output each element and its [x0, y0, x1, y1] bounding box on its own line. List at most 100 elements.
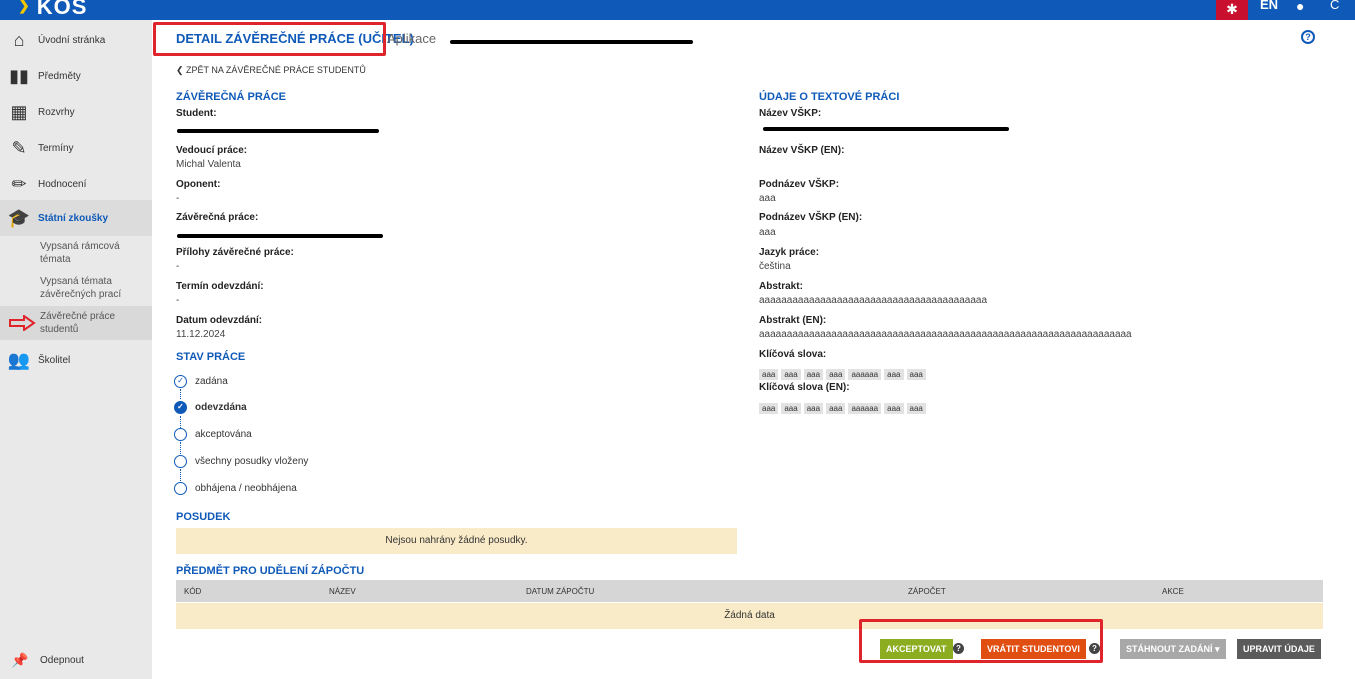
check-circle-filled-icon: ✓ — [174, 401, 187, 414]
opponent-label: Oponent: — [176, 179, 221, 190]
column-header-name[interactable]: NÁZEV — [329, 587, 356, 596]
column-header-credit[interactable]: ZÁPOČET — [908, 587, 946, 596]
sidebar-item-supervisor[interactable]: 👥 Školitel — [0, 342, 152, 378]
keyword-tag: aaa — [906, 403, 926, 414]
unpin-button[interactable]: 📌 Odepnout — [0, 642, 152, 678]
keyword-tag: aaa — [826, 369, 846, 380]
abstract-en-label: Abstrakt (EN): — [759, 315, 827, 326]
more-icon[interactable]: C — [1330, 0, 1339, 12]
sidebar-item-label: Termíny — [38, 142, 74, 154]
graduation-cap-icon: 🎓 — [7, 207, 31, 228]
keywords-list: aaa aaa aaa aaa aaaaaa aaa aaa — [759, 364, 929, 382]
sidebar-subitem-framework-topics[interactable]: Vypsaná rámcová témata — [40, 240, 150, 266]
thesis-label: Závěrečná práce: — [176, 212, 259, 223]
pin-icon: 📌 — [11, 651, 29, 668]
redacted-app-name — [450, 40, 693, 44]
table-empty-message: Žádná data — [176, 603, 1323, 629]
table-header: KÓD NÁZEV DATUM ZÁPOČTU ZÁPOČET AKCE — [176, 580, 1323, 602]
sidebar-item-state-exams[interactable]: 🎓 Státní zkoušky — [0, 200, 152, 236]
sidebar-item-courses[interactable]: ▮▮ Předměty — [0, 58, 152, 94]
column-header-date[interactable]: DATUM ZÁPOČTU — [526, 587, 594, 596]
keywords-en-list: aaa aaa aaa aaa aaaaaa aaa aaa — [759, 398, 929, 416]
keyword-tag: aaa — [759, 403, 779, 414]
sidebar-item-label: Hodnocení — [38, 178, 87, 190]
return-to-student-button[interactable]: VRÁTIT STUDENTOVI — [981, 639, 1086, 659]
thesis-heading: ZÁVĚREČNÁ PRÁCE — [176, 91, 287, 103]
keyword-tag: aaa — [884, 403, 904, 414]
help-icon[interactable]: ? — [1301, 30, 1315, 44]
red-arrow-annotation-icon — [9, 315, 36, 331]
sidebar-subitem-student-theses[interactable]: Závěrečné práce studentů — [40, 310, 150, 336]
book-icon: ▮▮ — [9, 65, 29, 86]
sidebar-item-label: Školitel — [38, 354, 71, 366]
status-step-label: zadána — [195, 376, 228, 387]
edit-details-button[interactable]: UPRAVIT ÚDAJE — [1237, 639, 1321, 659]
back-link-label: ZPĚT NA ZÁVĚREČNÉ PRÁCE STUDENTŮ — [186, 65, 366, 75]
redacted-student — [177, 129, 379, 133]
top-bar: ❯ KOS ✱ EN ● C — [0, 0, 1355, 20]
subtitle-value: aaa — [759, 193, 776, 204]
kos-logo[interactable]: ❯ KOS — [18, 0, 87, 20]
status-step: ✓ zadána — [174, 375, 228, 388]
cvut-logo-icon[interactable]: ✱ — [1216, 0, 1248, 20]
caret-down-icon: ▾ — [1215, 644, 1220, 654]
calendar-icon: ▦ — [10, 101, 28, 122]
column-header-code[interactable]: KÓD — [184, 587, 201, 596]
logo-text: KOS — [36, 0, 88, 19]
question-icon[interactable]: ? — [953, 643, 964, 654]
status-step: všechny posudky vloženy — [174, 455, 308, 468]
text-info-heading: ÚDAJE O TEXTOVÉ PRÁCI — [759, 91, 900, 103]
home-icon: ⌂ — [13, 29, 25, 50]
status-connector — [180, 416, 181, 428]
user-icon[interactable]: ● — [1296, 0, 1304, 14]
sidebar-item-label: Předměty — [38, 70, 81, 82]
submitted-label: Datum odevzdání: — [176, 315, 263, 326]
back-link[interactable]: ❮ ZPĚT NA ZÁVĚREČNÉ PRÁCE STUDENTŮ — [176, 65, 366, 76]
supervisor-label: Vedoucí práce: — [176, 145, 248, 156]
download-assignment-label: STÁHNOUT ZADÁNÍ — [1126, 644, 1213, 654]
status-step-current: ✓ odevzdána — [174, 401, 247, 414]
sidebar-item-schedules[interactable]: ▦ Rozvrhy — [0, 94, 152, 130]
keyword-tag: aaa — [826, 403, 846, 414]
accept-button[interactable]: AKCEPTOVAT — [880, 639, 953, 659]
bird-icon: ❯ — [18, 0, 31, 13]
unpin-label: Odepnout — [40, 654, 84, 666]
subtitle-label: Podnázev VŠKP: — [759, 179, 840, 190]
download-assignment-button[interactable]: STÁHNOUT ZADÁNÍ ▾ — [1120, 639, 1226, 659]
credit-heading: PŘEDMĚT PRO UDĚLENÍ ZÁPOČTU — [176, 565, 365, 577]
sidebar-item-home[interactable]: ⌂ Úvodní stránka — [0, 22, 152, 58]
language-switch[interactable]: EN — [1260, 0, 1278, 12]
column-header-actions: AKCE — [1162, 587, 1184, 596]
deadline-label: Termín odevzdání: — [176, 281, 264, 292]
abstract-value: aaaaaaaaaaaaaaaaaaaaaaaaaaaaaaaaaaaaaaaa… — [759, 295, 988, 306]
review-heading: POSUDEK — [176, 511, 231, 523]
title-en-label: Název VŠKP (EN): — [759, 145, 845, 156]
attachments-label: Přílohy závěrečné práce: — [176, 247, 294, 258]
empty-circle-icon — [174, 482, 187, 495]
sidebar-item-grades[interactable]: ✏ Hodnocení — [0, 166, 152, 202]
question-icon[interactable]: ? — [1089, 643, 1100, 654]
app-label: Aplikace — [387, 31, 437, 46]
student-label: Student: — [176, 108, 217, 119]
status-heading: STAV PRÁCE — [176, 351, 246, 363]
title-label: Název VŠKP: — [759, 108, 822, 119]
submitted-value: 11.12.2024 — [176, 329, 226, 340]
status-step-label: všechny posudky vloženy — [195, 456, 309, 467]
abstract-label: Abstrakt: — [759, 281, 803, 292]
sidebar-item-terms[interactable]: ✎ Termíny — [0, 130, 152, 166]
redacted-title — [763, 127, 1009, 131]
sidebar-item-label: Státní zkoušky — [38, 212, 109, 224]
abstract-en-value: aaaaaaaaaaaaaaaaaaaaaaaaaaaaaaaaaaaaaaaa… — [759, 329, 1132, 340]
edit-calendar-icon: ✎ — [11, 137, 27, 158]
status-connector — [180, 389, 181, 399]
status-step: obhájena / neobhájena — [174, 482, 297, 495]
status-connector — [180, 469, 181, 481]
keyword-tag: aaa — [759, 369, 779, 380]
check-circle-icon: ✓ — [174, 375, 187, 388]
sidebar-subitem-thesis-topics[interactable]: Vypsaná témata závěrečných prací — [40, 275, 150, 301]
opponent-value: - — [176, 193, 180, 204]
redacted-thesis — [177, 234, 383, 238]
keyword-tag: aaaaaa — [848, 369, 882, 380]
status-step-label: obhájena / neobhájena — [195, 483, 297, 494]
status-connector — [180, 442, 181, 454]
